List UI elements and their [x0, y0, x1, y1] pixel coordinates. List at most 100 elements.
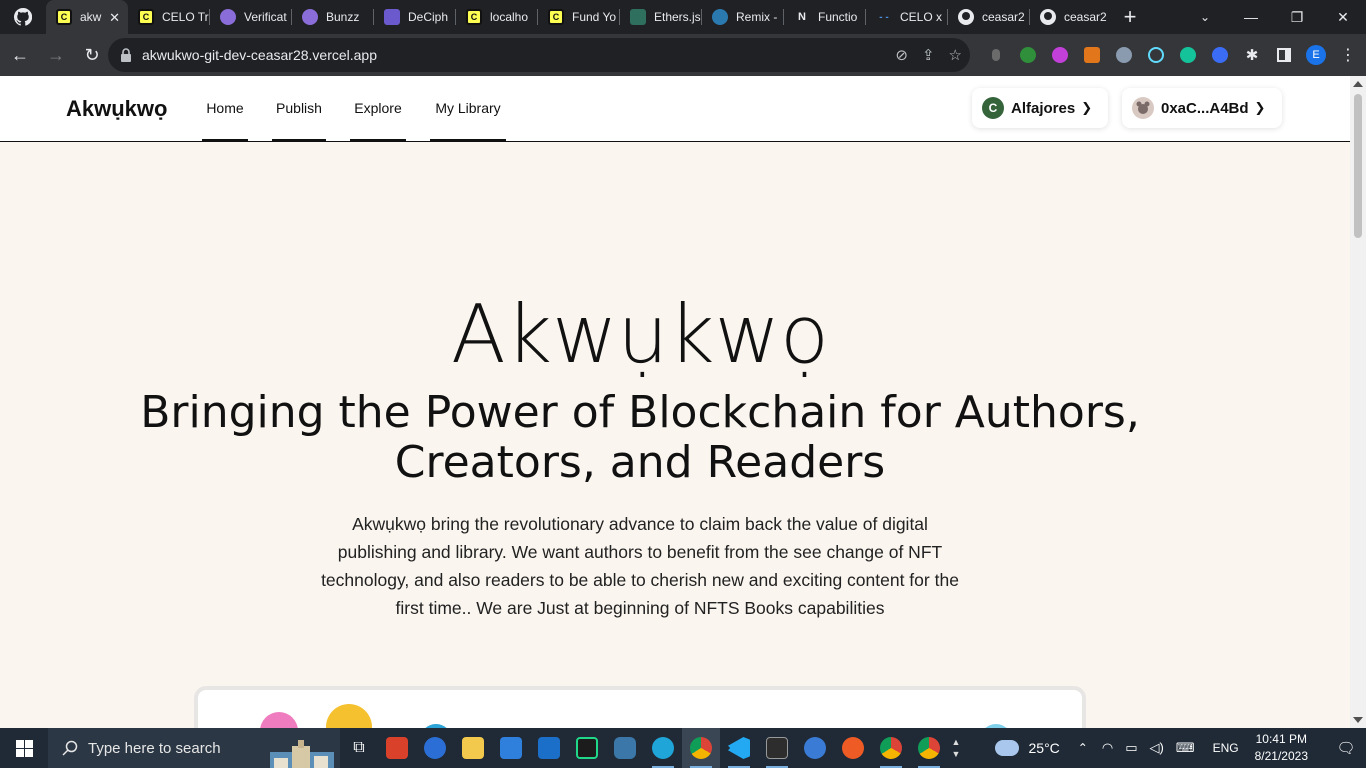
postman-icon[interactable]: [834, 728, 872, 768]
tab-github-1[interactable]: ceasar2: [948, 0, 1030, 34]
terminal-icon[interactable]: [758, 728, 796, 768]
volume-icon[interactable]: ◁): [1150, 740, 1164, 756]
tab-functions[interactable]: N Functio: [784, 0, 866, 34]
scroll-up-icon[interactable]: [1353, 81, 1363, 87]
feature-card: [194, 686, 1086, 728]
back-icon[interactable]: ←: [4, 39, 36, 71]
chrome-profile-2-icon[interactable]: [910, 728, 948, 768]
celo-icon: C: [466, 9, 482, 25]
tree-extension-icon[interactable]: [1012, 39, 1044, 71]
puzzle-icon[interactable]: ✱: [1236, 39, 1268, 71]
microsoft-store-icon[interactable]: [492, 728, 530, 768]
chrome-icon[interactable]: [682, 728, 720, 768]
tab-bunzz[interactable]: Bunzz: [292, 0, 374, 34]
github-icon: [958, 9, 974, 25]
hero-description: Akwụkwọ bring the revolutionary advance …: [321, 514, 959, 618]
dash-icon: - -: [879, 11, 889, 23]
network-name: Alfajores: [1011, 99, 1076, 117]
globe-extension-icon[interactable]: [1108, 39, 1140, 71]
n-icon: N: [798, 11, 806, 23]
grammarly-icon[interactable]: [1172, 39, 1204, 71]
react-devtools-icon[interactable]: [1140, 39, 1172, 71]
edge-icon[interactable]: [644, 728, 682, 768]
taskbar-search-box[interactable]: Type here to search: [48, 728, 340, 768]
tab-remix[interactable]: Remix -: [702, 0, 784, 34]
account-selector[interactable]: 0xaC...A4Bd ❯: [1122, 88, 1282, 128]
restore-icon[interactable]: ❐: [1274, 0, 1320, 34]
github-icon[interactable]: [0, 0, 46, 34]
metamask-fox-icon[interactable]: [1076, 39, 1108, 71]
tab-fund[interactable]: C Fund Yo: [538, 0, 620, 34]
windows-start-icon[interactable]: [0, 728, 48, 768]
chevron-up-icon[interactable]: ⌃: [1078, 741, 1088, 755]
remix-icon: [712, 9, 728, 25]
tab-label: Remix -: [736, 10, 778, 24]
address-bar[interactable]: akwukwo-git-dev-ceasar28.vercel.app ⊘ ⇪ …: [108, 38, 970, 72]
weather-widget[interactable]: 25°C: [994, 740, 1060, 756]
tab-ethers[interactable]: Ethers.js: [620, 0, 702, 34]
globe-purple-icon: [302, 9, 318, 25]
window-controls: — ❐ ✕: [1228, 0, 1366, 34]
wallet-extension-icon[interactable]: [1204, 39, 1236, 71]
power-app-icon[interactable]: [378, 728, 416, 768]
celo-network-icon: C: [982, 97, 1004, 119]
file-explorer-icon[interactable]: [454, 728, 492, 768]
kebab-menu-icon[interactable]: ⋮: [1332, 39, 1364, 71]
globe-purple-icon: [220, 9, 236, 25]
hero-subtitle: Bringing the Power of Blockchain for Aut…: [140, 387, 1140, 488]
clock[interactable]: 10:41 PM 8/21/2023: [1255, 731, 1308, 765]
coin-icon: [326, 704, 372, 728]
share-icon[interactable]: ⇪: [922, 46, 935, 64]
tab-celo-tr[interactable]: C CELO Tr: [128, 0, 210, 34]
forward-icon[interactable]: →: [40, 39, 72, 71]
purple-extension-icon[interactable]: [1044, 39, 1076, 71]
task-view-icon[interactable]: ⧉: [340, 728, 378, 768]
scroll-thumb[interactable]: [1354, 94, 1362, 238]
globe-app-icon[interactable]: [796, 728, 834, 768]
clock-app-icon[interactable]: [416, 728, 454, 768]
wifi-icon[interactable]: ◠: [1102, 740, 1113, 756]
network-selector[interactable]: C Alfajores ❯: [972, 88, 1108, 128]
tab-search-icon[interactable]: ⌄: [1190, 0, 1220, 34]
extension-icon[interactable]: [980, 39, 1012, 71]
page-viewport: Akwụkwọ Home Publish Explore My Library …: [0, 76, 1350, 728]
celo-icon: C: [138, 9, 154, 25]
taskbar-overflow-icon[interactable]: ▲ ▼: [948, 728, 964, 768]
ethers-icon: [630, 9, 646, 25]
nav-my-library[interactable]: My Library: [430, 76, 506, 142]
tab-label: ceasar2: [982, 10, 1025, 24]
new-tab-button[interactable]: +: [1112, 0, 1148, 34]
scroll-down-icon[interactable]: [1353, 717, 1363, 723]
tab-verification[interactable]: Verificat: [210, 0, 292, 34]
tab-celo-x[interactable]: - - CELO x: [866, 0, 948, 34]
notification-icon[interactable]: 🗨: [1326, 739, 1366, 757]
lock-icon[interactable]: [120, 48, 132, 62]
tab-decipher[interactable]: DeCiph: [374, 0, 456, 34]
tab-localhost[interactable]: C localho: [456, 0, 538, 34]
chrome-profile-icon[interactable]: [872, 728, 910, 768]
python-icon[interactable]: [606, 728, 644, 768]
page-scrollbar[interactable]: [1350, 76, 1366, 728]
celo-icon: C: [56, 9, 72, 25]
site-logo[interactable]: Akwụkwọ: [66, 96, 167, 122]
profile-avatar[interactable]: E: [1300, 39, 1332, 71]
pycharm-icon[interactable]: [568, 728, 606, 768]
language-indicator[interactable]: ENG: [1213, 741, 1239, 755]
close-window-icon[interactable]: ✕: [1320, 0, 1366, 34]
side-panel-icon[interactable]: [1268, 39, 1300, 71]
keyboard-icon[interactable]: ⌨: [1176, 740, 1195, 756]
nav-home[interactable]: Home: [202, 76, 248, 142]
reload-icon[interactable]: ↻: [76, 39, 108, 71]
tab-label: Functio: [818, 10, 858, 24]
bookmark-star-icon[interactable]: ☆: [949, 46, 962, 64]
tab-akwukwo[interactable]: C akw ✕: [46, 0, 128, 34]
eye-slash-icon[interactable]: ⊘: [895, 46, 908, 64]
mail-icon[interactable]: [530, 728, 568, 768]
battery-icon[interactable]: ▭: [1125, 740, 1137, 756]
nav-publish[interactable]: Publish: [272, 76, 326, 142]
minimize-icon[interactable]: —: [1228, 0, 1274, 34]
tab-github-2[interactable]: ceasar2: [1030, 0, 1112, 34]
nav-explore[interactable]: Explore: [350, 76, 406, 142]
vscode-icon[interactable]: [720, 728, 758, 768]
close-icon[interactable]: ✕: [109, 10, 120, 26]
